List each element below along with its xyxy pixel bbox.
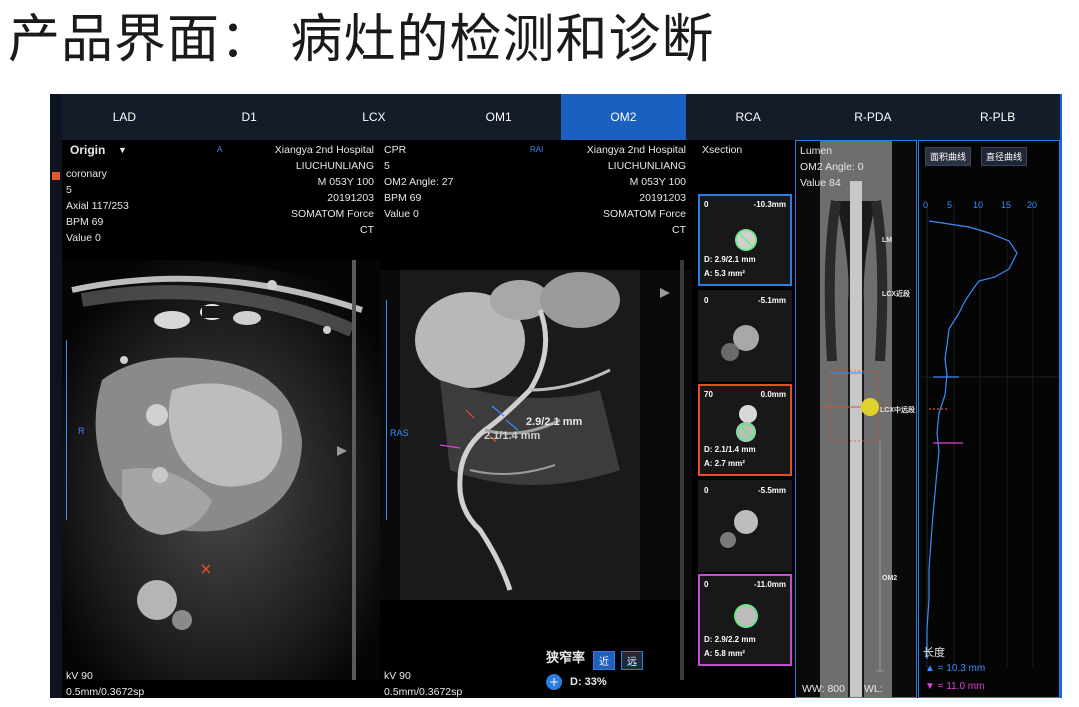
xsection-box-2[interactable]: 0 -5.1mm — [698, 290, 792, 382]
cpr-orient-top: RAI — [530, 145, 544, 154]
lumen-label-lcx-prox: LCX近段 — [882, 291, 910, 298]
axial-scanner: SOMATOM Force — [290, 208, 374, 220]
axial-scale-bar — [66, 340, 70, 520]
tab-r-plb[interactable]: R-PLB — [935, 94, 1060, 140]
curve-length-label: 长度 — [923, 647, 945, 659]
cpr-info-0: 5 — [384, 160, 390, 172]
axial-modality: CT — [360, 224, 374, 236]
lumen-window-level: WL: — [864, 683, 883, 695]
axial-info-0: coronary — [66, 168, 107, 180]
far-button[interactable]: 远 — [621, 651, 643, 670]
xsection-diameter: D: 2.9/2.2 mm — [704, 635, 756, 644]
cpr-hospital: Xiangya 2nd Hospital — [586, 144, 686, 156]
lumen-label-lcx-mid: LCX中远段 — [880, 407, 915, 414]
curve-tick-10: 10 — [973, 200, 984, 210]
cpr-footer-kv: kV 90 — [384, 670, 411, 682]
axial-hospital: Xiangya 2nd Hospital — [274, 144, 374, 156]
axial-info-3: BPM 69 — [66, 216, 104, 228]
vessel-tabbar: LAD D1 LCX OM1 OM2 RCA R-PDA R-PLB — [62, 94, 1060, 140]
cpr-patient: LIUCHUNLIANG — [607, 160, 686, 172]
xsection-box-1[interactable]: 0 -10.3mm D: 2.9/2.1 mm A: 5.3 mm² — [698, 194, 792, 286]
lumen-title: Lumen — [800, 145, 833, 157]
xsection-diameter: D: 2.1/1.4 mm — [704, 445, 756, 454]
cpr-footer-spacing: 0.5mm/0.3672sp — [384, 686, 463, 698]
diameter-curve-chart[interactable] — [919, 189, 1059, 689]
xsection-panel: Xsection 0 -10.3mm D: 2.9/2.1 mm A: 5.3 m… — [694, 140, 794, 698]
tab-lcx[interactable]: LCX — [312, 94, 437, 140]
lumen-angle: OM2 Angle: 0 — [800, 161, 864, 173]
xsection-box-5[interactable]: 0 -11.0mm D: 2.9/2.2 mm A: 5.8 mm² — [698, 574, 792, 666]
cpr-measure-secondary: 2.1/1.4 mm — [484, 430, 541, 442]
xsection-area: A: 2.7 mm² — [704, 459, 745, 468]
slide-title: 产品界面： 病灶的检测和诊断 — [8, 10, 715, 70]
axial-footer-kv: kV 90 — [66, 670, 93, 682]
near-button[interactable]: 近 — [593, 651, 615, 670]
tab-rca[interactable]: RCA — [686, 94, 811, 140]
curve-tick-15: 15 — [1001, 200, 1012, 210]
xsection-title: Xsection — [702, 144, 743, 156]
axial-footer-spacing: 0.5mm/0.3672sp — [66, 686, 145, 698]
axial-patient: LIUCHUNLIANG — [295, 160, 374, 172]
axial-view-panel[interactable]: Origin ▼ A coronary 5 Axial 117/253 BPM … — [62, 140, 380, 698]
axial-info-2: Axial 117/253 — [66, 200, 129, 212]
xsection-box-4[interactable]: 0 -5.5mm — [698, 480, 792, 572]
viewer-app: LAD D1 LCX OM1 OM2 RCA R-PDA R-PLB Origi… — [50, 94, 1060, 698]
axial-info-4: Value 0 — [66, 232, 101, 244]
tab-om1[interactable]: OM1 — [436, 94, 561, 140]
lumen-label-lm: LM — [882, 237, 893, 244]
lumen-window-width: WW: 800 — [802, 683, 845, 695]
xsection-area: A: 5.3 mm² — [704, 269, 745, 278]
axial-ct-image[interactable] — [62, 260, 380, 680]
lumen-straightened-image[interactable] — [796, 141, 916, 697]
add-icon[interactable]: + — [546, 674, 562, 690]
axial-orient-left: R — [78, 426, 85, 436]
axial-slice-scrollbar[interactable] — [352, 260, 356, 680]
xsection-diameter: D: 2.9/2.1 mm — [704, 255, 756, 264]
axial-orient-top: A — [217, 145, 223, 154]
chevron-down-icon[interactable]: ▼ — [118, 142, 127, 158]
tab-r-pda[interactable]: R-PDA — [811, 94, 936, 140]
side-marker — [52, 172, 60, 180]
cpr-age: M 053Y 100 — [629, 176, 686, 188]
stenosis-label: 狭窄率 — [546, 650, 586, 665]
tab-d1[interactable]: D1 — [187, 94, 312, 140]
cpr-scale-bar — [386, 300, 390, 520]
axial-age: M 053Y 100 — [317, 176, 374, 188]
lumen-value: Value 84 — [800, 177, 841, 189]
tab-lad[interactable]: LAD — [62, 94, 187, 140]
left-side-strip — [50, 94, 62, 698]
curve-tick-0: 0 — [923, 200, 929, 210]
axial-date: 20191203 — [327, 192, 374, 204]
cpr-info-3: Value 0 — [384, 208, 419, 220]
curve-panel[interactable]: 面积曲线 直径曲线 0 5 10 15 20 长度 ▲ = 10.3 mm ▼ … — [918, 140, 1060, 698]
cpr-info-2: BPM 69 — [384, 192, 422, 204]
cpr-info-1: OM2 Angle: 27 — [384, 176, 454, 188]
axial-info-1: 5 — [66, 184, 72, 196]
cpr-rotation-scrollbar[interactable] — [680, 260, 684, 680]
cpr-view-panel[interactable]: CPR RAI 5 OM2 Angle: 27 BPM 69 Value 0 X… — [380, 140, 692, 698]
stenosis-value: D: 33% — [570, 676, 607, 688]
curve-tick-20: 20 — [1027, 200, 1038, 210]
curve-tick-5: 5 — [947, 200, 953, 210]
axial-title: Origin — [70, 143, 106, 157]
curve-up-marker: ▲ = 10.3 mm — [925, 663, 986, 674]
xsection-area: A: 5.8 mm² — [704, 649, 745, 658]
area-curve-button[interactable]: 面积曲线 — [925, 147, 972, 166]
diameter-curve-button[interactable]: 直径曲线 — [981, 147, 1028, 166]
cpr-modality: CT — [672, 224, 686, 236]
tab-om2[interactable]: OM2 — [561, 94, 686, 140]
curve-down-marker: ▼ = 11.0 mm — [925, 681, 985, 692]
xsection-box-3[interactable]: 70 0.0mm D: 2.1/1.4 mm A: 2.7 mm² — [698, 384, 792, 476]
cpr-orient-left: RAS — [390, 428, 409, 438]
cpr-date: 20191203 — [639, 192, 686, 204]
cpr-scanner: SOMATOM Force — [602, 208, 686, 220]
lumen-label-om2: OM2 — [882, 575, 898, 582]
cpr-title: CPR — [384, 144, 407, 156]
lumen-panel[interactable]: Lumen OM2 Angle: 0 Value 84 LM LCX近段 LCX… — [795, 140, 917, 698]
